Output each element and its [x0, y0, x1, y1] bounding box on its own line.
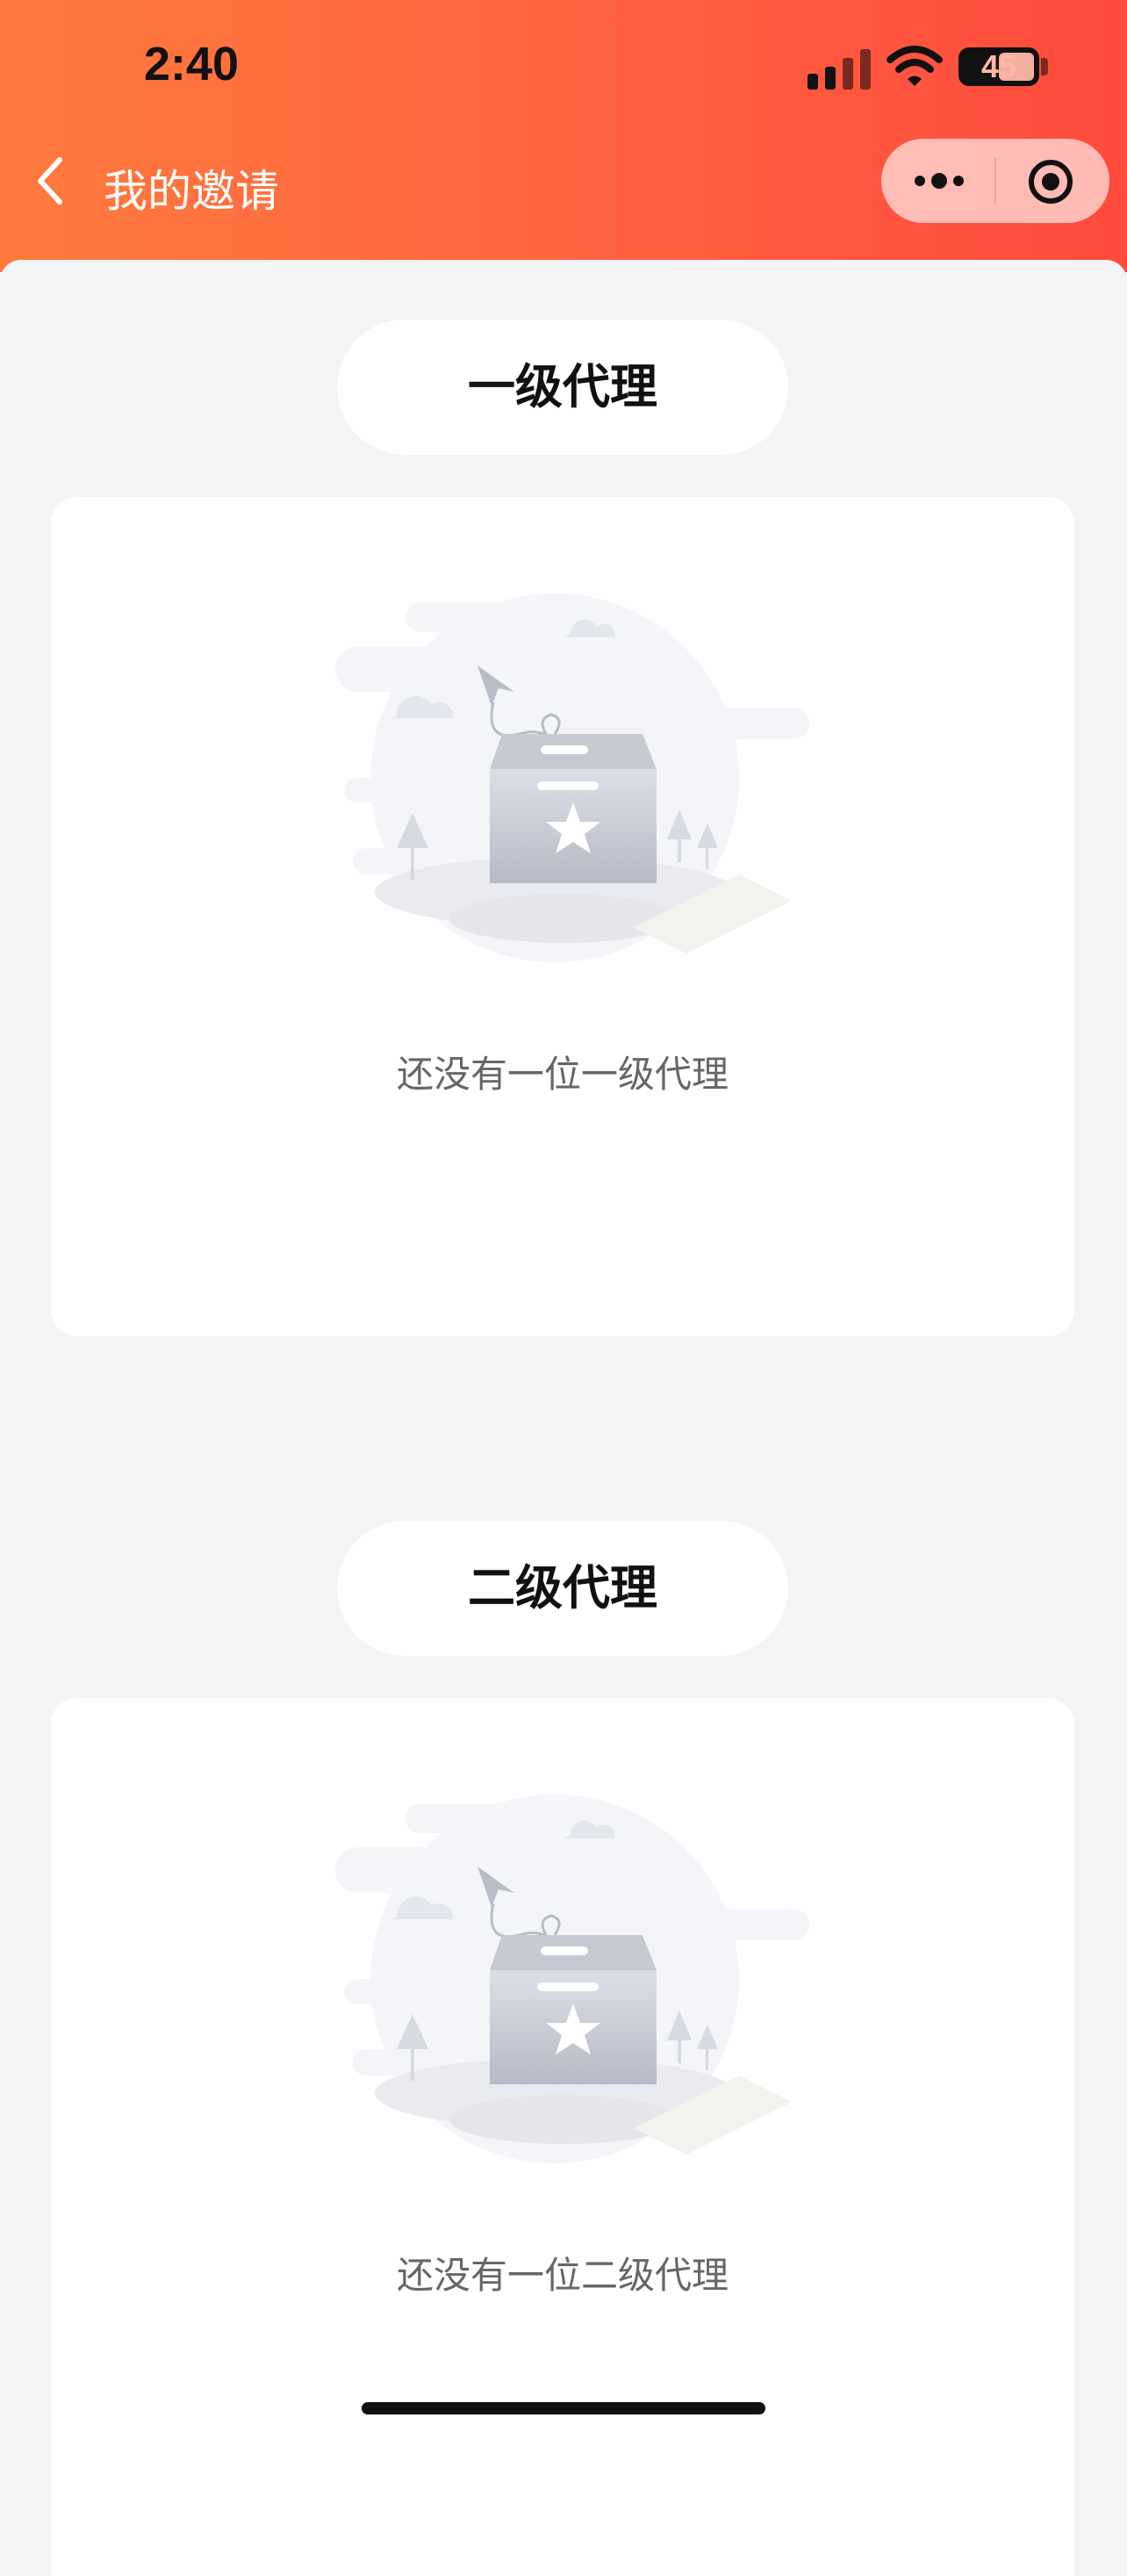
empty-card-level1: 还没有一位一级代理	[51, 497, 1074, 1336]
status-time: 2:40	[144, 38, 240, 90]
section-label-level1: 一级代理	[337, 320, 788, 455]
home-indicator	[362, 2402, 765, 2414]
page-title: 我的邀请	[104, 166, 279, 217]
empty-box-illustration	[335, 594, 809, 962]
empty-card-level2: 还没有一位二级代理	[51, 1698, 1074, 2576]
back-icon[interactable]	[32, 155, 70, 207]
wifi-icon	[887, 46, 943, 86]
content-area: 一级代理 还没有一位一级代理 二级代理 还没有一位二级代理	[0, 260, 1127, 2576]
section-label-level2: 二级代理	[337, 1521, 788, 1656]
signal-icon	[808, 46, 871, 90]
battery-icon: 45	[958, 47, 1039, 86]
target-icon[interactable]	[1027, 158, 1074, 205]
empty-box-illustration	[335, 1795, 809, 2163]
header: 2:40 45 我的邀请	[0, 0, 1127, 272]
battery-nub	[1041, 58, 1048, 76]
capsule-divider	[994, 158, 996, 204]
more-icon[interactable]	[913, 169, 965, 193]
mini-program-capsule	[881, 139, 1109, 223]
empty-text-level1: 还没有一位一级代理	[396, 1053, 729, 1096]
empty-text-level2: 还没有一位二级代理	[396, 2254, 729, 2297]
battery-level: 45	[980, 48, 1017, 84]
